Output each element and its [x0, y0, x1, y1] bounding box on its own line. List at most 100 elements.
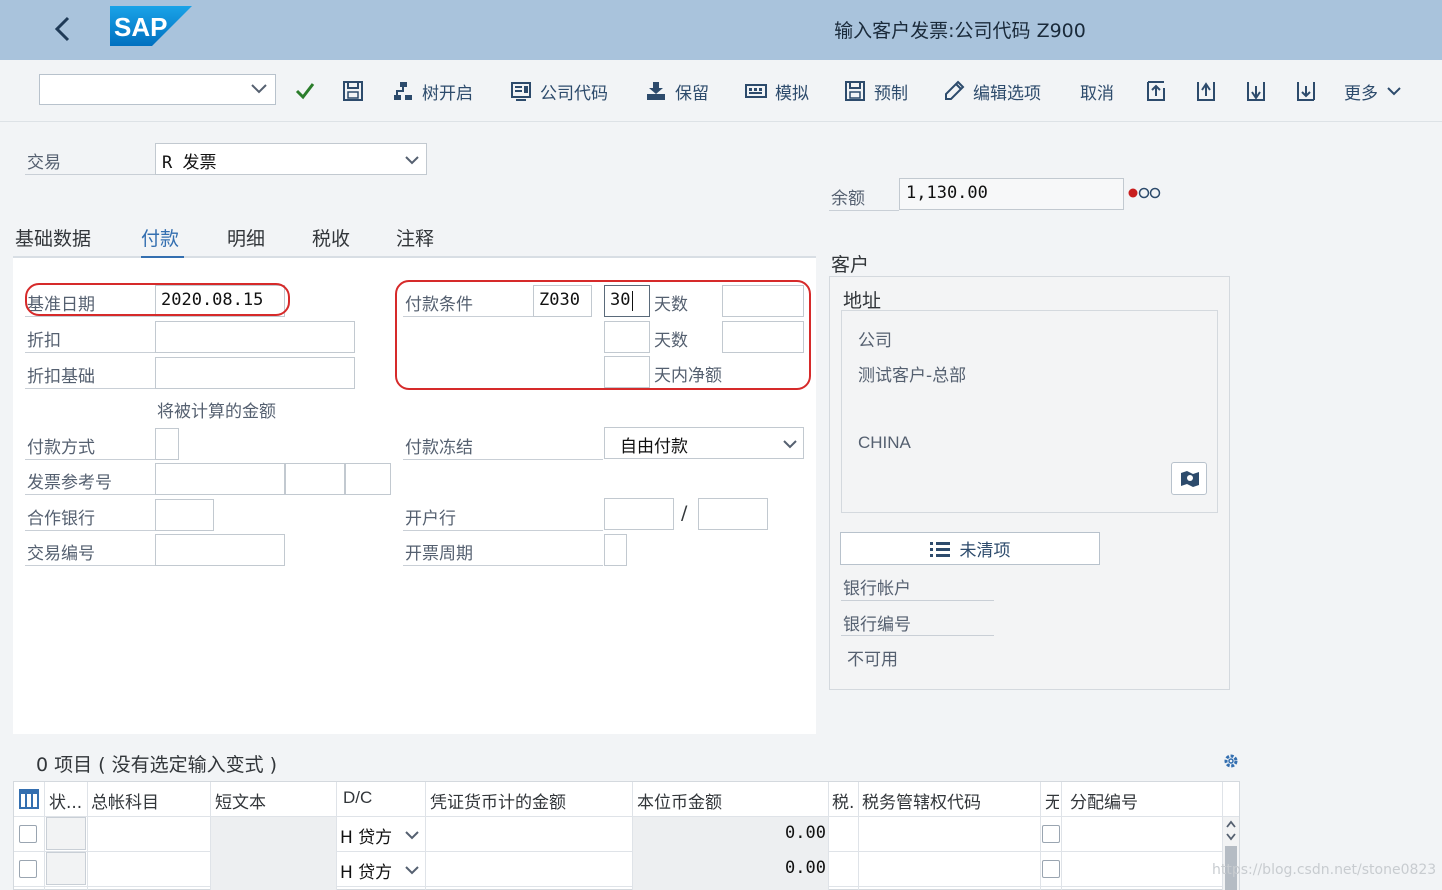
chevron-down-icon[interactable] — [404, 154, 420, 166]
address-line-2: 测试客户-总部 — [858, 366, 967, 386]
sap-logo: SAP — [110, 6, 192, 46]
row-divider — [14, 886, 1239, 887]
col-separator — [1061, 782, 1062, 890]
col-short-text[interactable]: 短文本 — [215, 788, 266, 813]
row-no-tax-checkbox[interactable] — [1042, 825, 1060, 843]
chevron-down-icon[interactable] — [782, 438, 798, 450]
col-separator — [336, 782, 337, 890]
discount-label: 折扣 — [27, 331, 61, 351]
invoice-period-label: 开票周期 — [405, 544, 473, 564]
discount-input[interactable] — [155, 321, 355, 353]
row-select-checkbox[interactable] — [19, 860, 37, 878]
address-map-button[interactable] — [1171, 462, 1207, 495]
label-underline — [829, 210, 899, 211]
tree-icon — [394, 82, 412, 100]
chevron-down-icon[interactable] — [250, 82, 268, 96]
checkmark-icon[interactable] — [294, 80, 316, 102]
transaction-no-input[interactable] — [155, 534, 285, 566]
partner-bank-label: 合作银行 — [27, 509, 95, 529]
transaction-no-label: 交易编号 — [27, 544, 95, 564]
address-label: 地址 — [843, 290, 882, 312]
invoice-ref-label: 发票参考号 — [27, 473, 112, 493]
tab-payment[interactable]: 付款 — [141, 224, 179, 251]
account-id-input[interactable] — [698, 498, 768, 530]
highlight-payment-terms — [395, 280, 811, 390]
command-field[interactable] — [39, 74, 276, 105]
chevron-down-icon[interactable] — [404, 829, 420, 841]
slash-separator: / — [681, 502, 688, 524]
edit-options-button[interactable]: 编辑选项 — [943, 77, 1041, 105]
first-page-icon[interactable] — [1144, 78, 1168, 104]
balance-value: 1,130.00 — [906, 183, 988, 203]
col-status[interactable]: 状... — [49, 788, 82, 813]
row-local-amount: 0.00 — [785, 823, 826, 843]
col-tax-code[interactable]: 税. — [832, 788, 854, 813]
label-underline — [25, 388, 155, 389]
company-code-button[interactable]: 公司代码 — [510, 77, 608, 105]
simulate-button[interactable]: 模拟 — [745, 77, 809, 105]
label-underline — [25, 494, 155, 495]
col-gl-account[interactable]: 总帐科目 — [91, 788, 159, 813]
col-doc-amount[interactable]: 凭证货币计的金额 — [430, 788, 566, 813]
cancel-button[interactable]: 取消 — [1080, 77, 1114, 105]
balance-label: 余额 — [831, 189, 865, 209]
unavailable-text: 不可用 — [847, 650, 898, 670]
chevron-down-icon[interactable] — [404, 864, 420, 876]
items-title: 0 项目 ( 没有选定输入变式 ) — [36, 754, 278, 776]
row-no-tax-checkbox[interactable] — [1042, 860, 1060, 878]
previous-page-icon[interactable] — [1194, 78, 1218, 104]
more-button[interactable]: 更多 — [1344, 77, 1402, 105]
invoice-period-input[interactable] — [604, 534, 627, 566]
short-text-readonly-cells — [211, 817, 336, 890]
next-page-icon[interactable] — [1244, 78, 1268, 104]
invoice-ref-input-1[interactable] — [155, 463, 285, 495]
transaction-label: 交易 — [27, 153, 61, 173]
map-icon — [1181, 471, 1199, 487]
label-underline — [841, 635, 994, 636]
label-underline — [25, 352, 155, 353]
last-page-icon[interactable] — [1294, 78, 1318, 104]
preliminary-button[interactable]: 预制 — [844, 77, 908, 105]
simulate-label: 模拟 — [775, 83, 809, 104]
back-arrow-icon[interactable] — [50, 12, 76, 46]
scroll-down-icon[interactable] — [1225, 832, 1237, 842]
column-settings-icon[interactable] — [18, 788, 40, 810]
open-items-label: 未清项 — [959, 541, 1011, 561]
partner-bank-input[interactable] — [155, 499, 214, 531]
house-bank-input[interactable] — [604, 498, 674, 530]
list-icon — [929, 541, 950, 557]
row-divider — [14, 851, 1239, 852]
park-button[interactable]: 保留 — [645, 77, 709, 105]
col-dc[interactable]: D/C — [343, 788, 372, 808]
save-icon[interactable] — [342, 80, 364, 102]
highlight-baseline-date — [25, 283, 290, 316]
discount-base-input[interactable] — [155, 357, 355, 389]
tab-basic-data[interactable]: 基础数据 — [15, 224, 91, 251]
tab-tax[interactable]: 税收 — [312, 224, 350, 251]
label-underline — [25, 316, 155, 317]
col-local-amount[interactable]: 本位币金额 — [637, 788, 722, 813]
col-tax-jurisdiction[interactable]: 税务管辖权代码 — [862, 788, 981, 813]
row-status-button[interactable] — [46, 817, 86, 850]
col-no-tax[interactable]: 无 — [1045, 788, 1059, 813]
col-separator — [87, 782, 88, 890]
label-underline — [403, 565, 603, 566]
gear-icon[interactable] — [1222, 752, 1240, 770]
tree-open-button[interactable]: 树开启 — [392, 77, 473, 105]
tab-details[interactable]: 明细 — [227, 224, 265, 251]
payment-block-value: 自由付款 — [620, 437, 688, 457]
invoice-ref-input-3[interactable] — [345, 463, 391, 495]
preliminary-label: 预制 — [874, 83, 908, 104]
tab-notes[interactable]: 注释 — [396, 224, 434, 251]
open-items-button[interactable]: 未清项 — [840, 532, 1100, 565]
bank-number-label: 银行编号 — [843, 615, 911, 635]
house-bank-label: 开户行 — [405, 509, 456, 529]
payment-method-input[interactable] — [155, 428, 179, 460]
row-status-button[interactable] — [46, 852, 86, 885]
row-select-checkbox[interactable] — [19, 825, 37, 843]
invoice-ref-input-2[interactable] — [285, 463, 345, 495]
col-assignment[interactable]: 分配编号 — [1070, 788, 1138, 813]
customer-section-label: 客户 — [831, 254, 870, 276]
scroll-up-icon[interactable] — [1225, 819, 1237, 829]
company-code-label: 公司代码 — [540, 83, 608, 104]
